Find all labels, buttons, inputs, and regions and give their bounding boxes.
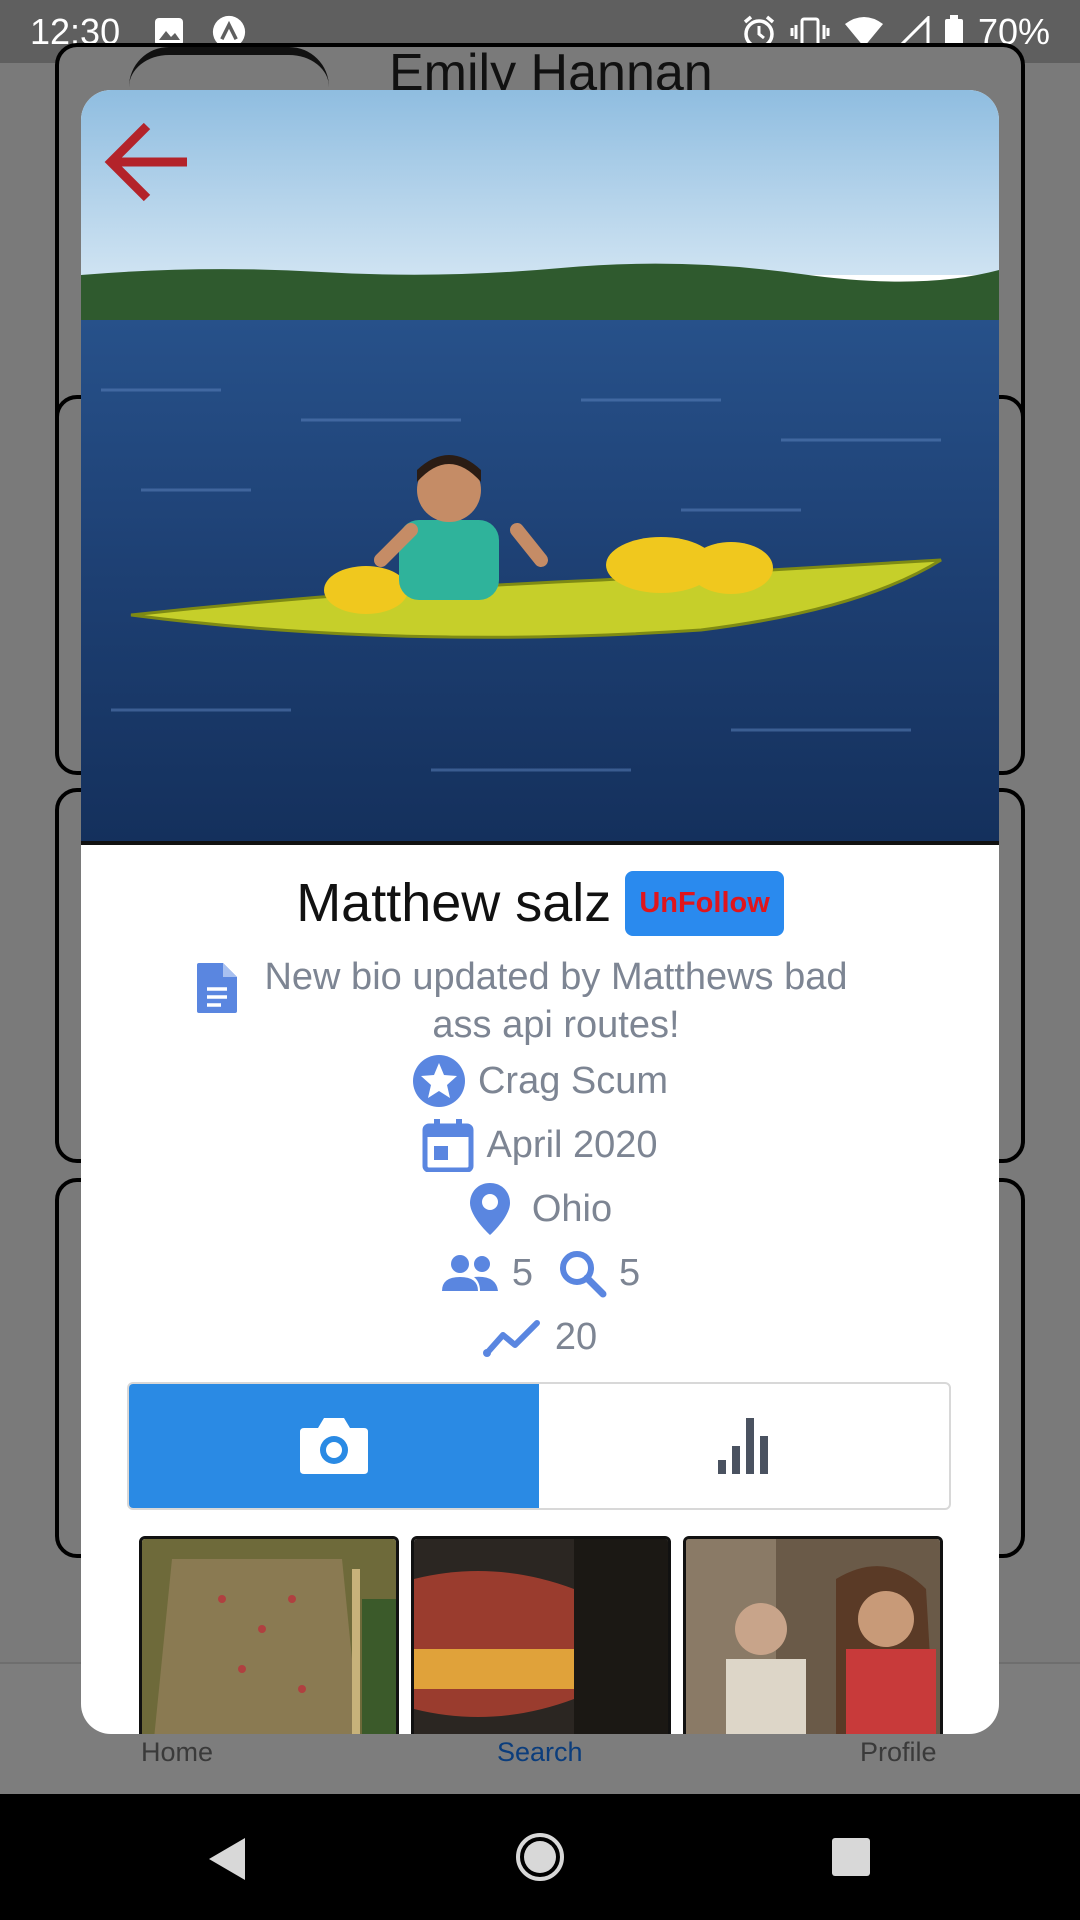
unfollow-button[interactable]: UnFollow xyxy=(625,870,784,936)
android-nav-bar xyxy=(0,1794,1080,1920)
profile-joined: April 2020 xyxy=(486,1123,658,1166)
profile-score: 20 xyxy=(554,1315,598,1358)
vibrate-icon xyxy=(790,17,830,47)
document-icon xyxy=(197,963,237,1013)
profile-modal: Matthew salz UnFollow New bio updated by… xyxy=(81,90,999,1734)
calendar-icon xyxy=(422,1119,474,1172)
profile-tabs xyxy=(127,1382,951,1510)
joined-row: April 2020 xyxy=(81,1113,999,1177)
photo-grid xyxy=(139,1536,949,1734)
profile-title: Crag Scum xyxy=(477,1059,669,1102)
profile-bio: New bio updated by Matthews bad ass api … xyxy=(264,956,848,1046)
recents-nav-icon[interactable] xyxy=(830,1836,872,1878)
star-badge-icon xyxy=(412,1055,465,1107)
kayak-photo xyxy=(81,90,999,841)
trending-icon xyxy=(482,1320,540,1357)
score-row: 20 xyxy=(81,1305,999,1369)
location-pin-icon xyxy=(469,1183,510,1235)
nav-tab-profile[interactable]: Profile xyxy=(860,1737,937,1768)
search-icon xyxy=(560,1251,607,1298)
back-button[interactable] xyxy=(97,112,197,212)
title-row: Crag Scum xyxy=(81,1049,999,1113)
profile-location: Ohio xyxy=(531,1187,613,1230)
stats-row: 5 5 xyxy=(81,1241,999,1305)
avatar xyxy=(129,47,329,87)
bar-chart-icon xyxy=(718,1418,768,1474)
nav-tab-home[interactable]: Home xyxy=(141,1737,213,1768)
location-row: Ohio xyxy=(81,1177,999,1241)
profile-name: Matthew salz xyxy=(296,873,612,933)
followers-count: 5 xyxy=(511,1251,533,1294)
profile-cover-photo xyxy=(81,90,999,845)
nav-tab-search[interactable]: Search xyxy=(497,1737,583,1768)
photo-thumbnail[interactable] xyxy=(683,1536,943,1734)
tab-stats[interactable] xyxy=(539,1384,949,1508)
photo-thumbnail[interactable] xyxy=(411,1536,671,1734)
camera-icon xyxy=(300,1418,368,1474)
bio-row: New bio updated by Matthews bad ass api … xyxy=(81,953,999,1049)
tab-photos[interactable] xyxy=(129,1384,539,1508)
name-row: Matthew salz UnFollow xyxy=(81,867,999,939)
followers-icon xyxy=(441,1255,498,1291)
profile-info: Matthew salz UnFollow New bio updated by… xyxy=(81,867,999,1369)
following-count: 5 xyxy=(619,1251,641,1294)
back-nav-icon[interactable] xyxy=(205,1836,247,1882)
home-nav-icon[interactable] xyxy=(515,1832,565,1882)
photo-thumbnail[interactable] xyxy=(139,1536,399,1734)
back-arrow-icon xyxy=(104,122,187,202)
